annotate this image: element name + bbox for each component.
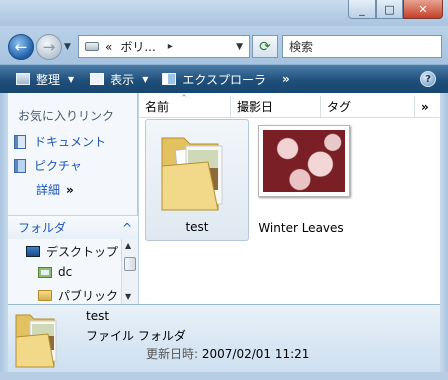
file-item-winter-leaves[interactable]: Winter Leaves bbox=[249, 119, 353, 241]
breadcrumb-separator[interactable]: ▸ bbox=[168, 41, 173, 52]
folders-header[interactable]: フォルダ ^ bbox=[8, 215, 138, 239]
column-header: ^ 名前 撮影日 タグ » bbox=[139, 94, 440, 118]
breadcrumb[interactable]: ボリ... bbox=[120, 38, 155, 55]
favorite-links-title: お気に入りリンク bbox=[18, 109, 115, 123]
tree-item-desktop[interactable]: デスクトップ bbox=[26, 243, 118, 260]
explore-label: エクスプローラ bbox=[182, 72, 266, 87]
user-folder-icon bbox=[38, 266, 52, 278]
command-bar: 整理 ▼ 表示 ▼ エクスプローラ » ? bbox=[0, 64, 448, 93]
explore-button[interactable]: エクスプローラ bbox=[158, 65, 270, 93]
column-date-label: 撮影日 bbox=[237, 100, 274, 114]
sort-indicator-icon: ^ bbox=[181, 94, 187, 102]
details-type: ファイル フォルダ bbox=[86, 329, 186, 343]
organize-button[interactable]: 整理 ▼ bbox=[12, 65, 78, 93]
column-tags-label: タグ bbox=[327, 100, 352, 114]
explorer-icon bbox=[162, 73, 177, 85]
sidebar-item-label: ドキュメント bbox=[34, 135, 107, 149]
window-frame-left bbox=[0, 93, 8, 380]
pictures-icon bbox=[14, 158, 26, 173]
address-bar[interactable]: « ボリ... ▸ ▼ bbox=[78, 35, 250, 58]
folders-title: フォルダ bbox=[18, 221, 67, 235]
search-box[interactable] bbox=[282, 35, 442, 58]
documents-icon bbox=[14, 134, 26, 149]
file-item-label: Winter Leaves bbox=[258, 221, 344, 235]
sidebar-item-documents[interactable]: ドキュメント bbox=[14, 133, 106, 150]
file-item-test[interactable]: test bbox=[145, 119, 249, 241]
tree-item-label: パブリック bbox=[58, 289, 119, 303]
details-modified: 更新日時: 2007/02/01 11:21 bbox=[146, 345, 309, 362]
chevron-down-icon: ▼ bbox=[68, 74, 75, 84]
maximize-button[interactable]: □ bbox=[376, 0, 403, 19]
recent-pages-dropdown[interactable]: ▼ bbox=[64, 42, 71, 52]
organize-icon bbox=[16, 73, 30, 85]
address-dropdown[interactable]: ▼ bbox=[236, 42, 243, 52]
breadcrumb-prefix[interactable]: « bbox=[105, 40, 112, 54]
tree-item-dc[interactable]: dc bbox=[38, 265, 72, 279]
navigation-bar: ← → ▼ « ボリ... ▸ ▼ ⟳ bbox=[0, 26, 448, 64]
folder-icon bbox=[38, 290, 52, 301]
sidebar-item-label: ピクチャ bbox=[34, 159, 82, 173]
forward-button[interactable]: → bbox=[36, 34, 62, 60]
scroll-down-icon[interactable]: ▼ bbox=[125, 292, 131, 301]
scroll-thumb[interactable] bbox=[124, 257, 136, 271]
more-label: 詳細 bbox=[36, 183, 61, 197]
folder-icon bbox=[161, 137, 223, 211]
tree-item-label: デスクトップ bbox=[46, 245, 119, 259]
back-arrow-icon: ← bbox=[14, 38, 28, 56]
column-overflow[interactable]: » bbox=[415, 96, 440, 117]
more-chevron-icon: » bbox=[66, 183, 74, 197]
collapse-chevron-icon[interactable]: ^ bbox=[122, 221, 132, 235]
folder-tree: デスクトップ dc パブリック ▲ ▼ bbox=[8, 239, 138, 304]
back-button[interactable]: ← bbox=[8, 34, 34, 60]
tree-item-public[interactable]: パブリック bbox=[38, 287, 118, 304]
refresh-icon: ⟳ bbox=[259, 38, 271, 55]
column-date-taken[interactable]: 撮影日 bbox=[231, 96, 321, 117]
column-name[interactable]: ^ 名前 bbox=[139, 94, 231, 117]
views-label: 表示 bbox=[110, 72, 135, 87]
help-icon[interactable]: ? bbox=[420, 71, 436, 87]
file-list: ^ 名前 撮影日 タグ » test Winter Leaves bbox=[139, 93, 440, 304]
views-icon bbox=[90, 73, 105, 85]
column-tags[interactable]: タグ bbox=[321, 96, 415, 117]
details-modified-value: 2007/02/01 11:21 bbox=[201, 347, 310, 361]
refresh-button[interactable]: ⟳ bbox=[252, 35, 278, 58]
chevron-down-icon: ▼ bbox=[142, 74, 149, 84]
details-modified-label: 更新日時: bbox=[146, 347, 199, 361]
drive-icon bbox=[85, 42, 99, 51]
sidebar-item-pictures[interactable]: ピクチャ bbox=[14, 157, 82, 174]
toolbar-overflow-button[interactable]: » bbox=[278, 65, 294, 93]
title-bar: _ □ ✕ bbox=[0, 0, 448, 26]
organize-label: 整理 bbox=[36, 72, 61, 87]
desktop-icon bbox=[26, 246, 40, 257]
views-button[interactable]: 表示 ▼ bbox=[86, 65, 152, 93]
tree-item-label: dc bbox=[58, 265, 73, 279]
forward-arrow-icon: → bbox=[42, 38, 56, 56]
folder-icon bbox=[15, 314, 57, 368]
close-button[interactable]: ✕ bbox=[403, 0, 443, 19]
scroll-up-icon[interactable]: ▲ bbox=[125, 241, 131, 250]
details-pane: test ファイル フォルダ 更新日時: 2007/02/01 11:21 bbox=[8, 304, 440, 372]
navigation-pane: お気に入りリンク ドキュメント ピクチャ 詳細 » フォルダ ^ デスクトップ d… bbox=[8, 93, 138, 304]
window-frame-bottom bbox=[0, 372, 448, 380]
search-input[interactable] bbox=[283, 36, 441, 57]
window-frame-right bbox=[440, 93, 448, 380]
column-name-label: 名前 bbox=[145, 100, 170, 114]
details-name: test bbox=[86, 309, 110, 323]
image-thumbnail bbox=[258, 125, 350, 197]
tree-scrollbar[interactable]: ▲ ▼ bbox=[121, 239, 138, 304]
more-links[interactable]: 詳細 » bbox=[36, 181, 74, 198]
file-item-label: test bbox=[185, 220, 209, 234]
minimize-button[interactable]: _ bbox=[348, 0, 376, 19]
